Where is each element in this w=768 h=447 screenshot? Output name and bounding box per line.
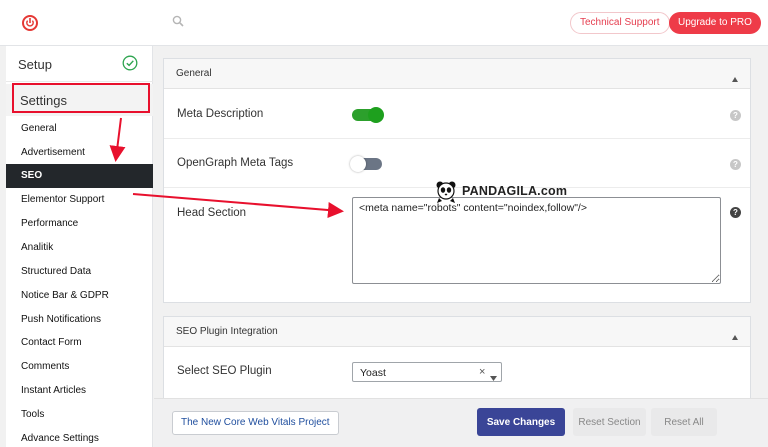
sidebar-item-general[interactable]: General <box>6 117 153 141</box>
sidebar-item-notice-bar-gdpr[interactable]: Notice Bar & GDPR <box>6 284 153 308</box>
sidebar-item-instant-articles[interactable]: Instant Articles <box>6 379 153 403</box>
sidebar-item-advertisement[interactable]: Advertisement <box>6 141 153 165</box>
meta-description-toggle[interactable] <box>352 107 384 123</box>
sidebar-item-contact-form[interactable]: Contact Form <box>6 331 153 355</box>
sidebar-setup[interactable]: Setup <box>6 46 153 82</box>
toggle-knob <box>368 107 384 123</box>
watermark-text: PANDAGILA.com <box>462 184 568 198</box>
meta-description-label: Meta Description <box>177 108 264 120</box>
core-web-vitals-link[interactable]: The New Core Web Vitals Project <box>172 411 339 435</box>
help-icon[interactable]: ? <box>730 159 741 170</box>
caret-up-icon[interactable] <box>732 71 738 85</box>
general-panel-title: General <box>176 68 212 79</box>
opengraph-label: OpenGraph Meta Tags <box>177 157 294 169</box>
reset-section-button[interactable]: Reset Section <box>573 408 646 436</box>
head-section-row: Head Section <meta name="robots" content… <box>164 188 750 302</box>
power-icon[interactable] <box>22 15 38 31</box>
save-changes-button[interactable]: Save Changes <box>477 408 565 436</box>
sidebar-item-comments[interactable]: Comments <box>6 355 153 379</box>
sidebar-item-seo[interactable]: SEO <box>6 164 153 188</box>
seo-plugin-panel-title: SEO Plugin Integration <box>176 326 278 337</box>
setup-label: Setup <box>18 57 52 72</box>
sidebar-item-analitik[interactable]: Analitik <box>6 236 153 260</box>
meta-description-row: Meta Description ? <box>164 90 750 139</box>
sidebar-item-advance-settings[interactable]: Advance Settings <box>6 427 153 447</box>
reset-all-button[interactable]: Reset All <box>651 408 717 436</box>
annotation-highlight-box <box>12 83 150 113</box>
seo-plugin-panel-header[interactable]: SEO Plugin Integration <box>164 317 750 347</box>
sidebar-item-tools[interactable]: Tools <box>6 403 153 427</box>
clear-selection-icon[interactable]: × <box>479 366 485 378</box>
help-icon[interactable]: ? <box>730 207 741 218</box>
caret-up-icon[interactable] <box>732 329 738 343</box>
technical-support-button[interactable]: Technical Support <box>570 12 670 34</box>
head-section-textarea[interactable]: <meta name="robots" content="noindex,fol… <box>352 197 721 284</box>
seo-plugin-panel: SEO Plugin Integration Select SEO Plugin… <box>163 316 751 398</box>
top-bar: Technical Support Upgrade to PRO <box>0 0 768 46</box>
sidebar-item-structured-data[interactable]: Structured Data <box>6 260 153 284</box>
sidebar-item-push-notifications[interactable]: Push Notifications <box>6 308 153 332</box>
opengraph-toggle[interactable] <box>350 156 382 172</box>
chevron-down-icon[interactable] <box>490 370 497 384</box>
panda-logo-icon <box>436 181 456 203</box>
select-seo-plugin-label: Select SEO Plugin <box>177 365 272 377</box>
pandagila-watermark: PANDAGILA.com <box>434 180 568 204</box>
toggle-knob <box>350 156 366 172</box>
general-panel-header[interactable]: General <box>164 59 750 89</box>
seo-plugin-select[interactable]: Yoast × <box>352 362 502 382</box>
check-circle-icon <box>122 55 138 74</box>
search-icon[interactable] <box>172 15 184 30</box>
upgrade-to-pro-button[interactable]: Upgrade to PRO <box>669 12 761 34</box>
sidebar-item-elementor-support[interactable]: Elementor Support <box>6 188 153 212</box>
help-icon[interactable]: ? <box>730 110 741 121</box>
head-section-label: Head Section <box>177 207 247 219</box>
bottom-action-bar: The New Core Web Vitals Project Save Cha… <box>154 398 768 447</box>
sidebar-item-performance[interactable]: Performance <box>6 212 153 236</box>
seo-plugin-selected-value: Yoast <box>360 367 386 379</box>
settings-sidebar: Setup Settings General Advertisement SEO… <box>6 46 153 447</box>
